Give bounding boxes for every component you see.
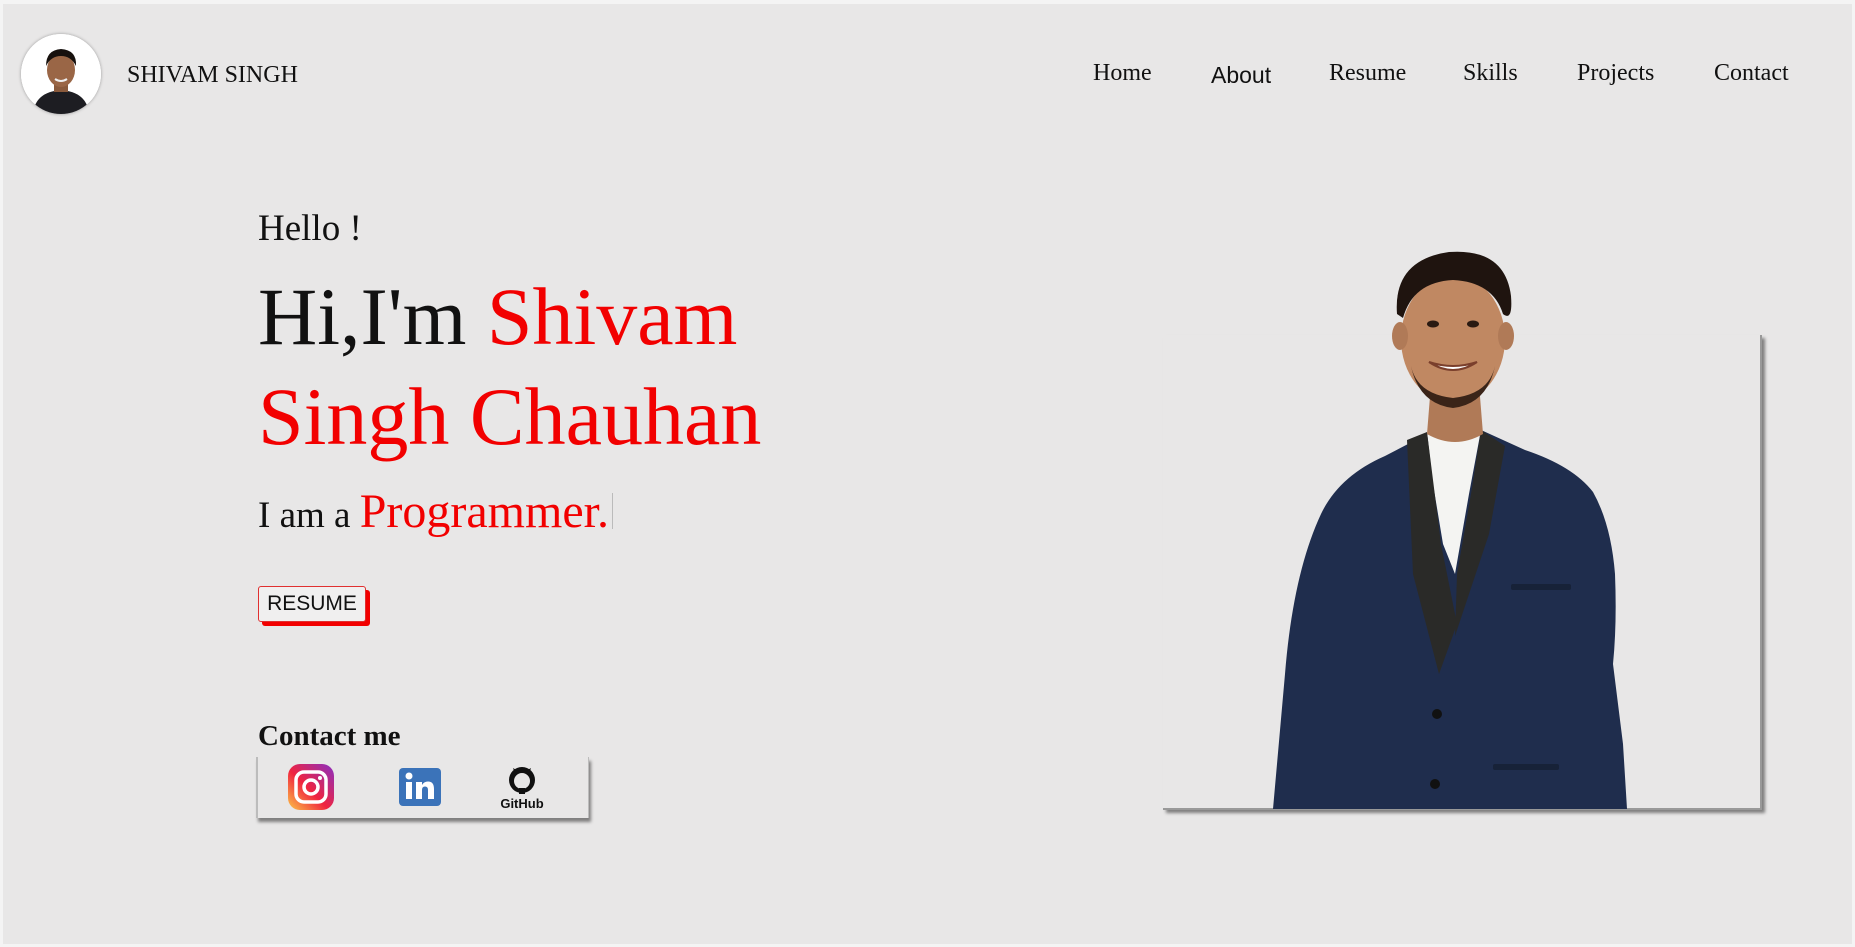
role-text: Programmer. bbox=[359, 485, 609, 538]
role-line: I am a Programmer. bbox=[258, 484, 613, 539]
linkedin-icon[interactable] bbox=[395, 764, 445, 810]
nav-contact[interactable]: Contact bbox=[1714, 60, 1789, 87]
headline-intro: Hi,I'm bbox=[258, 271, 487, 362]
nav-home[interactable]: Home bbox=[1093, 60, 1152, 87]
resume-button[interactable]: RESUME bbox=[258, 586, 366, 622]
page: SHIVAM SINGH Home About Resume Skills Pr… bbox=[3, 4, 1852, 944]
avatar[interactable] bbox=[21, 34, 101, 114]
brand-name[interactable]: SHIVAM SINGH bbox=[127, 62, 298, 89]
role-prefix: I am a bbox=[258, 495, 360, 536]
github-icon[interactable]: GitHub bbox=[497, 764, 547, 811]
headline: Hi,I'm Shivam Singh Chauhan bbox=[258, 267, 878, 467]
nav-about[interactable]: About bbox=[1211, 62, 1271, 89]
instagram-icon[interactable] bbox=[286, 764, 336, 810]
nav-skills[interactable]: Skills bbox=[1463, 60, 1518, 87]
profile-photo bbox=[1243, 244, 1683, 809]
social-links: GitHub bbox=[256, 757, 589, 818]
typing-cursor bbox=[611, 493, 613, 529]
github-label: GitHub bbox=[500, 796, 543, 810]
contact-title: Contact me bbox=[258, 720, 401, 752]
main-nav: Home About Resume Skills Projects Contac… bbox=[1093, 60, 1852, 100]
nav-resume[interactable]: Resume bbox=[1329, 60, 1406, 87]
greeting: Hello ! bbox=[258, 208, 362, 249]
nav-projects[interactable]: Projects bbox=[1577, 60, 1654, 87]
